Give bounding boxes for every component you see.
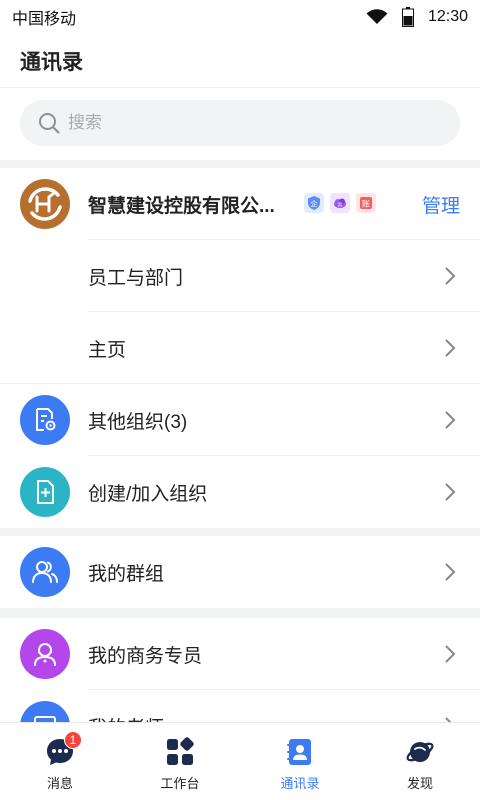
company-section: 智慧建设控股有限公... 企 云 账 管理 员工与部门 主页 其他组织(3) 创…: [0, 168, 480, 528]
homepage-row[interactable]: 主页: [0, 312, 480, 384]
create-document-plus-icon: [37, 480, 54, 504]
people-icon: [32, 561, 58, 583]
search-input[interactable]: [68, 113, 428, 133]
create-join-avatar: [20, 467, 70, 517]
teacher-icon: [34, 716, 56, 722]
org-document-gear-icon: [36, 408, 56, 431]
tab-discover[interactable]: 发现: [360, 723, 480, 800]
search-icon: [39, 113, 60, 134]
search-bar[interactable]: [20, 100, 460, 146]
tab-discover-label: 发现: [406, 776, 433, 791]
badge-cloud-text: 云: [337, 202, 342, 208]
my-teacher-avatar: [20, 701, 70, 722]
status-time: 12:30: [427, 8, 468, 25]
workbench-icon: [167, 737, 194, 765]
unread-count-badge: 1: [64, 731, 82, 749]
groups-section: 我的群组: [0, 536, 480, 608]
tab-contacts[interactable]: 通讯录: [240, 723, 360, 800]
services-section: 我的商务专员 我的老师: [0, 618, 480, 722]
create-join-org-label: 创建/加入组织: [88, 483, 208, 505]
status-bar: 中国移动 12:30: [0, 0, 480, 34]
page-header: 通讯录: [0, 34, 480, 88]
employees-departments-row[interactable]: 员工与部门: [0, 240, 480, 312]
business-assistant-label: 我的商务专员: [88, 645, 203, 667]
assistant-icon: [34, 643, 56, 666]
search-area: [0, 88, 480, 160]
discover-planet-icon: [406, 742, 434, 762]
other-orgs-avatar: [20, 395, 70, 445]
my-teacher-label: 我的老师: [88, 713, 164, 723]
business-assistant-row[interactable]: 我的商务专员: [0, 618, 480, 690]
tab-contacts-label: 通讯录: [280, 776, 320, 791]
page-title: 通讯录: [20, 50, 83, 74]
company-badges: 企 云 账: [304, 193, 376, 213]
wifi-icon: [366, 9, 388, 24]
my-groups-avatar: [20, 547, 70, 597]
company-logo: [20, 179, 70, 229]
my-teacher-row[interactable]: 我的老师: [0, 690, 480, 722]
badge-enterprise-text: 企: [311, 199, 318, 208]
battery-icon: [401, 7, 414, 27]
other-orgs-row[interactable]: 其他组织(3): [0, 384, 480, 456]
status-icons: 12:30: [366, 7, 468, 27]
badge-account-text: 账: [362, 200, 370, 209]
chevron-right-icon: [445, 267, 456, 285]
manage-button[interactable]: 管理: [422, 191, 460, 218]
create-join-org-row[interactable]: 创建/加入组织: [0, 456, 480, 528]
cloud-service-icon: 云: [330, 193, 350, 213]
tab-messages-label: 消息: [46, 776, 73, 791]
company-logo-icon: [23, 182, 67, 226]
chevron-right-icon: [445, 339, 456, 357]
contacts-icon: [287, 739, 311, 765]
tab-messages[interactable]: 1 消息: [0, 723, 120, 800]
bottom-tab-bar: 1 消息 工作台 通讯录 发现: [0, 722, 480, 800]
chevron-right-icon: [445, 563, 456, 581]
employees-departments-label: 员工与部门: [88, 267, 184, 289]
other-orgs-label: 其他组织(3): [88, 411, 188, 433]
my-groups-row[interactable]: 我的群组: [0, 536, 480, 608]
my-groups-label: 我的群组: [88, 563, 165, 585]
chevron-right-icon: [445, 483, 456, 501]
chevron-right-icon: [445, 645, 456, 663]
tab-workbench[interactable]: 工作台: [120, 723, 240, 800]
homepage-label: 主页: [88, 339, 127, 361]
company-row[interactable]: 智慧建设控股有限公... 企 云 账 管理: [0, 168, 480, 240]
business-assistant-avatar: [20, 629, 70, 679]
enterprise-verified-icon: 企: [304, 193, 324, 213]
chevron-right-icon: [445, 411, 456, 429]
account-icon: 账: [356, 193, 376, 213]
tab-workbench-label: 工作台: [160, 776, 200, 791]
company-name: 智慧建设控股有限公...: [88, 195, 275, 217]
carrier-name: 中国移动: [12, 11, 77, 28]
